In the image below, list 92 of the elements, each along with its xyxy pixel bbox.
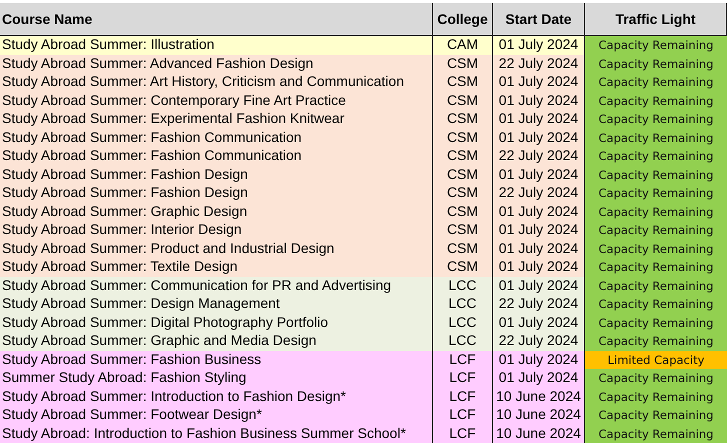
status-cell: Capacity Remaining [585,128,727,147]
course-cell: Study Abroad: Introduction to Fashion Business Summer School* [0,424,433,443]
course-cell: Study Abroad Summer: Fashion Design [0,166,433,184]
course-cell: Study Abroad Summer: Fashion Design [0,184,433,202]
date-cell: 22 July 2024 [493,54,585,73]
status-cell: Capacity Remaining [585,369,727,388]
course-cell: Study Abroad Summer: Fashion Communication [0,147,433,166]
course-cell: Study Abroad Summer: Digital Photography Portfolio [0,314,433,332]
date-cell: 01 July 2024 [493,166,585,184]
college-cell: CSM [433,240,493,258]
column-header: College [433,3,493,35]
college-cell: LCF [433,406,493,424]
status-cell: Capacity Remaining [585,276,727,295]
course-cell: Study Abroad Summer: Communication for PR and Advertising [0,276,433,295]
date-cell: 10 June 2024 [493,406,585,424]
date-cell: 01 July 2024 [493,221,585,240]
course-cell: Study Abroad Summer: Introduction to Fashion Design* [0,388,433,406]
status-cell: Capacity Remaining [585,92,727,110]
college-cell: CAM [433,36,493,54]
status-cell: Capacity Remaining [585,295,727,314]
college-cell: CSM [433,166,493,184]
status-cell: Capacity Remaining [585,240,727,258]
date-cell: 22 July 2024 [493,295,585,314]
status-cell: Capacity Remaining [585,258,727,276]
status-cell: Capacity Remaining [585,147,727,166]
date-cell: 01 July 2024 [493,258,585,276]
course-cell: Study Abroad Summer: Experimental Fashion Knitwear [0,110,433,128]
date-cell: 10 June 2024 [493,424,585,443]
date-cell: 01 July 2024 [493,276,585,295]
status-cell: Capacity Remaining [585,202,727,221]
college-cell: CSM [433,73,493,92]
column-header: Start Date [493,3,585,35]
status-cell: Capacity Remaining [585,73,727,92]
status-cell: Capacity Remaining [585,424,727,443]
college-cell: CSM [433,258,493,276]
date-cell: 01 July 2024 [493,240,585,258]
date-cell: 22 July 2024 [493,147,585,166]
date-cell: 01 July 2024 [493,369,585,388]
date-cell: 01 July 2024 [493,202,585,221]
status-cell: Capacity Remaining [585,184,727,202]
status-cell: Capacity Remaining [585,166,727,184]
column-header: Traffic Light [585,3,727,35]
college-cell: CSM [433,147,493,166]
college-cell: LCC [433,276,493,295]
status-cell: Capacity Remaining [585,36,727,54]
status-cell: Capacity Remaining [585,406,727,424]
college-cell: CSM [433,128,493,147]
course-cell: Study Abroad Summer: Design Management [0,295,433,314]
course-cell: Study Abroad Summer: Graphic and Media Design [0,332,433,350]
college-cell: LCC [433,332,493,350]
status-cell: Capacity Remaining [585,221,727,240]
status-cell: Capacity Remaining [585,314,727,332]
course-cell: Study Abroad Summer: Interior Design [0,221,433,240]
column-header: Course Name [0,3,433,35]
course-cell: Study Abroad Summer: Textile Design [0,258,433,276]
college-cell: LCF [433,350,493,369]
date-cell: 01 July 2024 [493,36,585,54]
course-cell: Study Abroad Summer: Art History, Criticism and Communication [0,73,433,92]
college-cell: LCF [433,388,493,406]
status-cell: Capacity Remaining [585,110,727,128]
date-cell: 01 July 2024 [493,92,585,110]
date-cell: 22 July 2024 [493,332,585,350]
college-cell: LCF [433,424,493,443]
college-cell: CSM [433,184,493,202]
course-cell: Study Abroad Summer: Contemporary Fine Art Practice [0,92,433,110]
course-cell: Study Abroad Summer: Product and Industrial Design [0,240,433,258]
date-cell: 01 July 2024 [493,73,585,92]
college-cell: LCF [433,369,493,388]
status-cell: Capacity Remaining [585,388,727,406]
course-cell: Study Abroad Summer: Graphic Design [0,202,433,221]
date-cell: 01 July 2024 [493,314,585,332]
college-cell: CSM [433,202,493,221]
date-cell: 01 July 2024 [493,350,585,369]
course-cell: Study Abroad Summer: Illustration [0,36,433,54]
status-cell: Capacity Remaining [585,332,727,350]
status-cell: Limited Capacity [585,350,727,369]
course-cell: Study Abroad Summer: Footwear Design* [0,406,433,424]
college-cell: LCC [433,314,493,332]
date-cell: 01 July 2024 [493,128,585,147]
course-cell: Study Abroad Summer: Fashion Communication [0,128,433,147]
course-cell: Summer Study Abroad: Fashion Styling [0,369,433,388]
college-cell: CSM [433,221,493,240]
date-cell: 22 July 2024 [493,184,585,202]
college-cell: CSM [433,92,493,110]
date-cell: 10 June 2024 [493,388,585,406]
course-cell: Study Abroad Summer: Advanced Fashion Design [0,54,433,73]
college-cell: LCC [433,295,493,314]
college-cell: CSM [433,54,493,73]
date-cell: 01 July 2024 [493,110,585,128]
college-cell: CSM [433,110,493,128]
status-cell: Capacity Remaining [585,54,727,73]
course-cell: Study Abroad Summer: Fashion Business [0,350,433,369]
